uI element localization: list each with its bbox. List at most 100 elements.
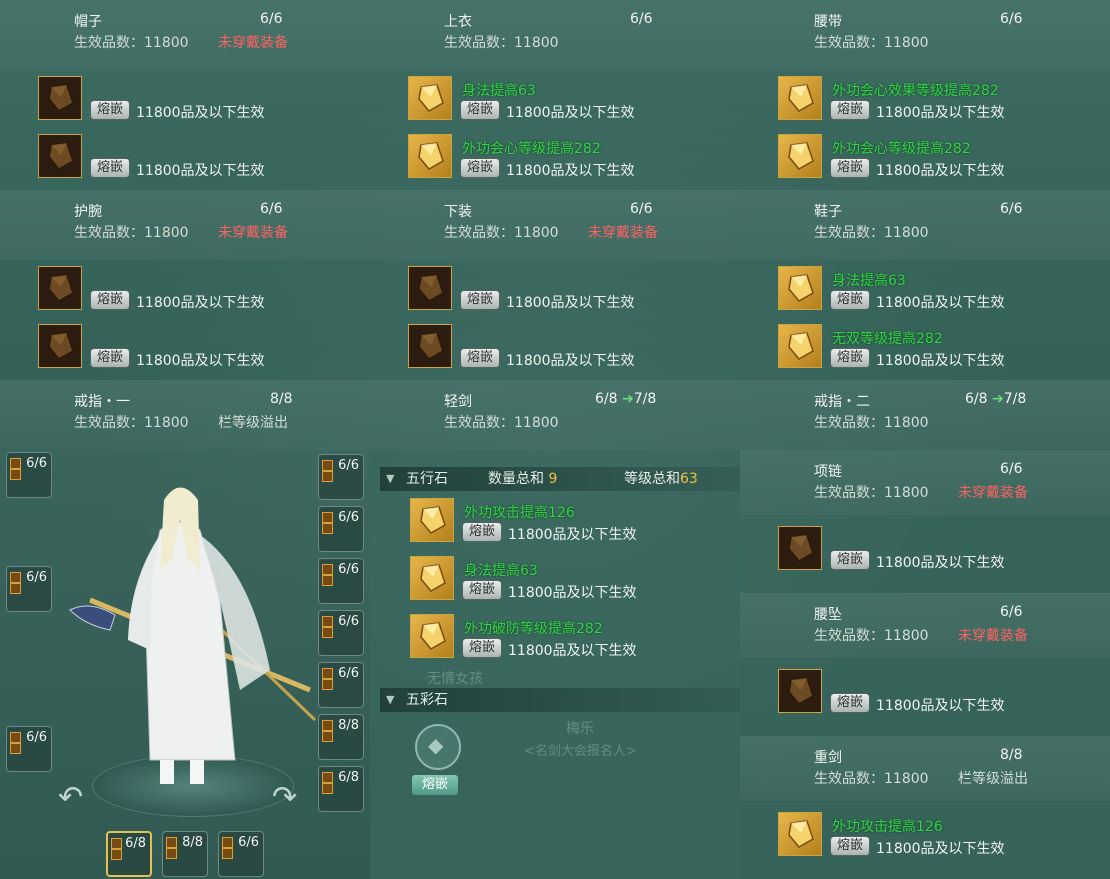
inlay-button[interactable]: 熔嵌 <box>461 159 499 177</box>
gem-quality-limit: 11800品及以下生效 <box>876 698 1005 714</box>
gem-set-slot[interactable]: 6/8 <box>106 831 152 877</box>
gem-set-slot[interactable]: 6/6 <box>6 566 52 612</box>
gem-mini-icon <box>322 668 333 679</box>
gem-icon[interactable] <box>410 498 454 542</box>
gem-mini-icon <box>166 848 177 859</box>
gem-icon[interactable] <box>410 614 454 658</box>
gem-icon[interactable] <box>778 324 822 368</box>
gem-set-slot[interactable]: 6/6 <box>218 831 264 877</box>
inlay-button[interactable]: 熔嵌 <box>831 694 869 712</box>
inlay-button[interactable]: 熔嵌 <box>463 581 501 599</box>
equipment-panel: 下装 6/6 生效品数：11800 未穿戴装备 熔嵌 11800品及以下生效 熔… <box>370 190 740 380</box>
inlay-button[interactable]: 熔嵌 <box>91 349 129 367</box>
wuxing-level-label: 等级总和 <box>624 471 680 487</box>
ring1-quality: 生效品数：11800 <box>74 415 189 431</box>
gem-mini-icon <box>322 460 333 471</box>
gem-slot: 熔嵌 11800品及以下生效 <box>778 669 1108 719</box>
gem-set-slot[interactable]: 6/8 <box>318 766 364 812</box>
gem-quality-limit: 11800品及以下生效 <box>876 555 1005 571</box>
inlay-button[interactable]: 熔嵌 <box>91 101 129 119</box>
wuxing-title: 五行石 <box>406 471 448 487</box>
inlay-button[interactable]: 熔嵌 <box>461 349 499 367</box>
inlay-button[interactable]: 熔嵌 <box>91 291 129 309</box>
inlay-button[interactable]: 熔嵌 <box>461 101 499 119</box>
watermark-title: <名剑大会报名人> <box>524 744 637 759</box>
gem-effect-name: 身法提高63 <box>464 563 538 579</box>
gem-set-slot[interactable]: 6/6 <box>318 558 364 604</box>
gem-mini-icon <box>322 471 333 482</box>
gem-mini-icon <box>111 838 122 849</box>
empty-gem-icon[interactable] <box>38 134 82 178</box>
gem-slot: 熔嵌 11800品及以下生效 <box>408 266 738 316</box>
gem-slot: 熔嵌 11800品及以下生效 <box>38 324 368 374</box>
inlay-button[interactable]: 熔嵌 <box>831 551 869 569</box>
gem-set-count: 6/8 <box>125 836 146 851</box>
gem-set-slot[interactable]: 8/8 <box>162 831 208 877</box>
gem-set-slot[interactable]: 6/6 <box>318 662 364 708</box>
gem-quality-limit: 11800品及以下生效 <box>506 105 635 121</box>
gem-mini-icon <box>10 572 21 583</box>
gem-effect-name: 无双等级提高282 <box>832 331 943 347</box>
inlay-button[interactable]: 熔嵌 <box>91 159 129 177</box>
collapse-icon[interactable]: ▼ <box>386 688 394 712</box>
gem-mini-icon <box>322 627 333 638</box>
equipment-gem-count: 6/6 <box>260 11 283 27</box>
wuxing-amount-label: 数量总和 <box>488 471 544 487</box>
ring2-name: 戒指・二 <box>814 394 870 410</box>
arrow-right-icon: ➔ <box>621 391 634 407</box>
equipment-quality: 生效品数：11800 <box>814 35 929 51</box>
collapse-icon[interactable]: ▼ <box>386 467 394 491</box>
character-figure <box>69 487 317 784</box>
gem-set-slot[interactable]: 8/8 <box>318 714 364 760</box>
gem-set-slot[interactable]: 6/6 <box>318 454 364 500</box>
inlay-button[interactable]: 熔嵌 <box>463 523 501 541</box>
gem-slot: 身法提高63 熔嵌 11800品及以下生效 <box>778 266 1108 316</box>
gem-set-slot[interactable]: 6/6 <box>318 506 364 552</box>
gem-effect-name: 外功攻击提高126 <box>832 819 943 835</box>
arrow-right-icon: ➔ <box>991 391 1004 407</box>
wucai-gem-slot[interactable]: ◆ <box>415 724 461 770</box>
inlay-button[interactable]: 熔嵌 <box>831 291 869 309</box>
equipment-gem-count: 6/6 <box>1000 604 1023 620</box>
gem-slot: 熔嵌 11800品及以下生效 <box>38 266 368 316</box>
inlay-button[interactable]: 熔嵌 <box>831 349 869 367</box>
gem-icon[interactable] <box>778 134 822 178</box>
inlay-button[interactable]: 熔嵌 <box>463 639 501 657</box>
gem-effect-name: 外功会心等级提高282 <box>462 141 601 157</box>
gem-icon[interactable] <box>778 266 822 310</box>
gem-set-count: 6/6 <box>338 614 359 629</box>
gem-icon[interactable] <box>778 812 822 856</box>
gem-icon[interactable] <box>408 76 452 120</box>
empty-gem-icon[interactable] <box>778 526 822 570</box>
wucai-inlay-button[interactable]: 熔嵌 <box>412 775 458 795</box>
equipment-quality: 生效品数：11800 <box>814 225 929 241</box>
empty-gem-icon[interactable] <box>38 76 82 120</box>
gem-set-slot[interactable]: 6/6 <box>6 452 52 498</box>
gem-set-count: 6/8 <box>338 770 359 785</box>
wuxing-level: 等级总和63 <box>624 467 698 491</box>
gem-set-count: 6/6 <box>26 456 47 471</box>
equipment-gem-count: 6/6 <box>630 201 653 217</box>
empty-gem-icon[interactable] <box>38 324 82 368</box>
empty-gem-icon[interactable] <box>408 324 452 368</box>
gem-icon[interactable] <box>408 134 452 178</box>
equipment-status: 未穿戴装备 <box>218 225 288 241</box>
inlay-button[interactable]: 熔嵌 <box>831 101 869 119</box>
sword-count-upgrade: 7/8 <box>633 391 657 407</box>
gem-set-slot[interactable]: 6/6 <box>318 610 364 656</box>
gem-slot: 熔嵌 11800品及以下生效 <box>38 134 368 184</box>
gem-set-slot[interactable]: 6/6 <box>6 726 52 772</box>
gem-mini-icon <box>322 523 333 534</box>
inlay-button[interactable]: 熔嵌 <box>831 837 869 855</box>
empty-gem-icon[interactable] <box>778 669 822 713</box>
inlay-button[interactable]: 熔嵌 <box>831 159 869 177</box>
gem-slot: 外功会心效果等级提高282 熔嵌 11800品及以下生效 <box>778 76 1108 126</box>
gem-icon[interactable] <box>778 76 822 120</box>
empty-gem-icon[interactable] <box>408 266 452 310</box>
empty-gem-icon[interactable] <box>38 266 82 310</box>
gem-mini-icon <box>322 564 333 575</box>
equipment-gem-count: 6/6 <box>630 11 653 27</box>
equipment-gem-count: 6/6 <box>1000 201 1023 217</box>
gem-icon[interactable] <box>410 556 454 600</box>
inlay-button[interactable]: 熔嵌 <box>461 291 499 309</box>
